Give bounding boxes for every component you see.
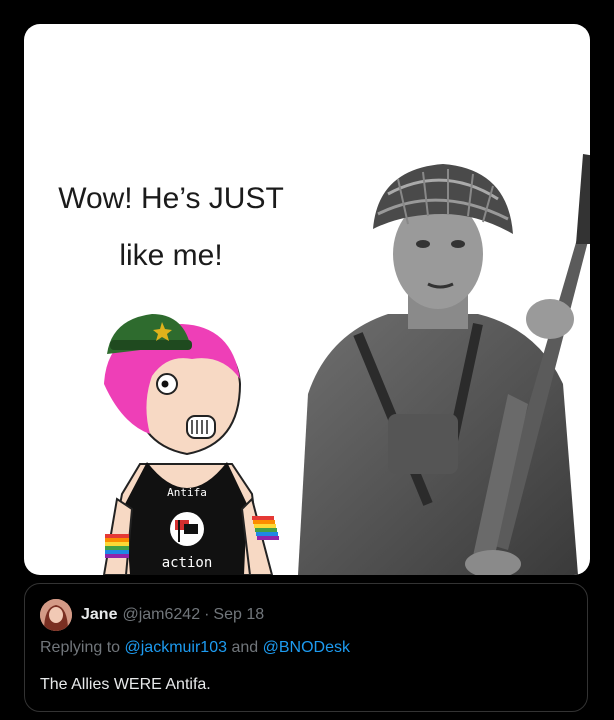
meme-image[interactable]: Wow! He’s JUST like me! Antifa action — [24, 24, 590, 575]
separator-dot: · — [204, 606, 210, 623]
tweet-text: The Allies WERE Antifa. — [40, 676, 211, 693]
tweet-card[interactable]: Jane @jam6242 · Sep 18 Replying to @jack… — [24, 583, 588, 712]
tweet-header: Jane @jam6242 · Sep 18 — [40, 599, 264, 631]
meme-caption-line1: Wow! He’s JUST — [58, 182, 284, 215]
mention-link-1[interactable]: @jackmuir103 — [125, 639, 228, 656]
reply-conjunction: and — [231, 639, 259, 656]
tweet-date[interactable]: Sep 18 — [213, 606, 264, 624]
display-name[interactable]: Jane — [81, 606, 117, 624]
replying-prefix: Replying to — [40, 639, 121, 656]
meme-caption-line2: like me! — [119, 239, 223, 272]
user-handle[interactable]: @jam6242 — [122, 606, 200, 624]
shirt-text-bottom: action — [162, 555, 213, 571]
soldier-photo — [298, 154, 590, 575]
meme-caption: Wow! He’s JUST like me! — [36, 170, 306, 284]
replying-to-line: Replying to @jackmuir103 and @BNODesk — [40, 639, 350, 657]
avatar[interactable] — [40, 599, 72, 631]
cartoon-character: Antifa action — [102, 314, 279, 575]
mention-link-2[interactable]: @BNODesk — [263, 639, 350, 656]
shirt-text-top: Antifa — [167, 486, 207, 499]
